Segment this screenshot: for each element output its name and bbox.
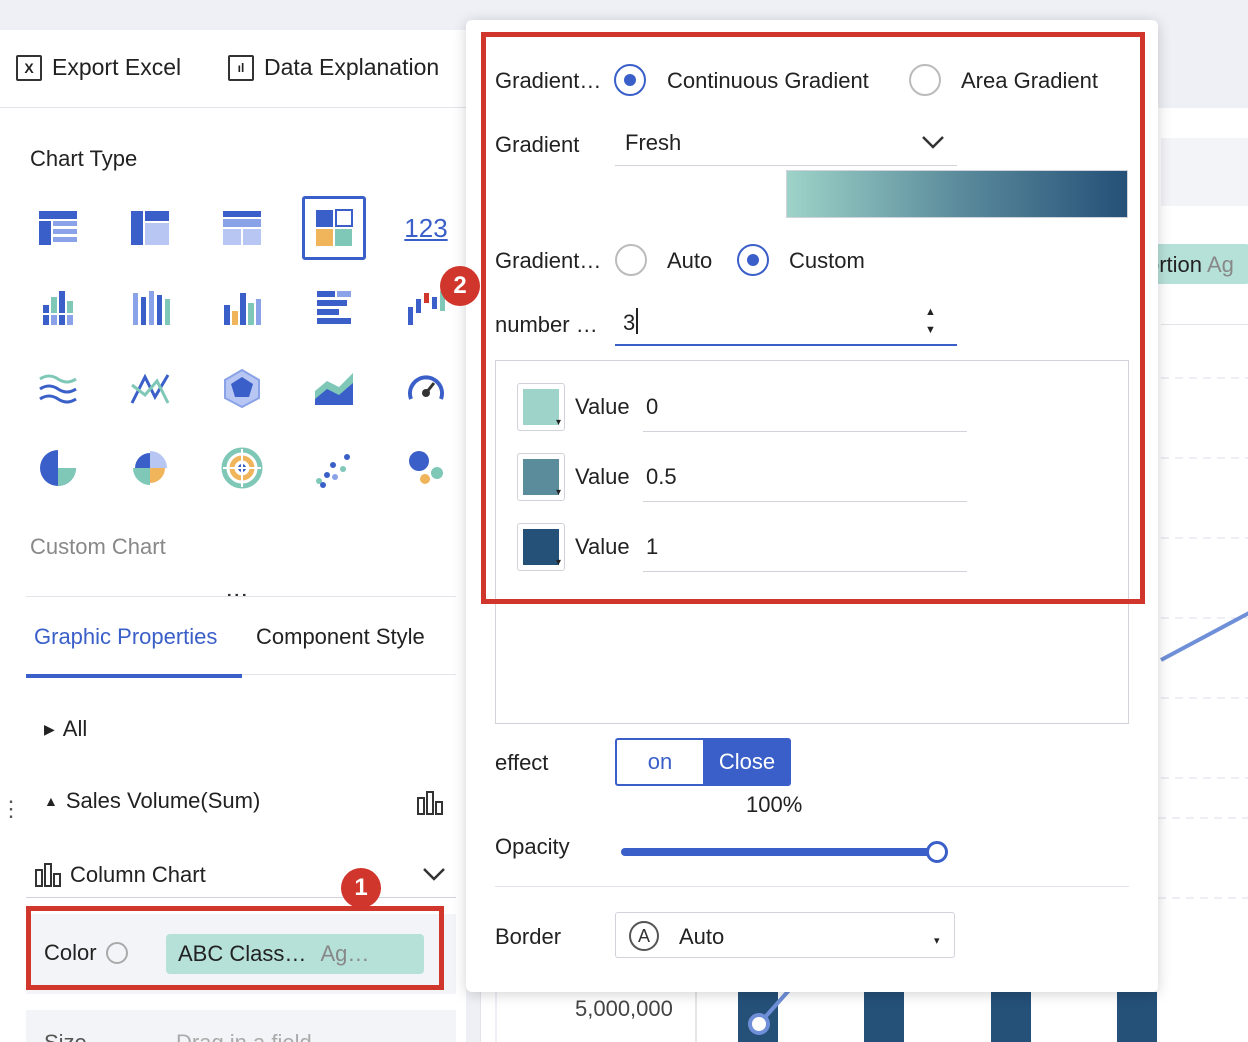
drag-handle-icon[interactable]: ⋮	[0, 796, 22, 822]
opacity-label: Opacity	[495, 834, 570, 859]
excel-icon: X	[16, 54, 42, 81]
table-icon[interactable]	[26, 196, 90, 260]
toolbar: X Export Excel ıl Data Explanation	[0, 30, 466, 108]
all-properties-row[interactable]: ▶ All	[44, 716, 87, 742]
border-select[interactable]	[615, 912, 955, 958]
area-chart-icon[interactable]	[302, 356, 366, 420]
active-tab-indicator	[26, 674, 242, 678]
chevron-down-icon	[423, 868, 445, 881]
opacity-slider-fill	[621, 848, 937, 856]
divider	[26, 596, 456, 597]
opacity-slider[interactable]	[621, 841, 948, 863]
chart-type-select-value: Column Chart	[70, 862, 206, 887]
bar-chart-icon[interactable]	[302, 276, 366, 340]
opacity-value: 100%	[746, 792, 803, 817]
border-select-value: Auto	[679, 924, 725, 949]
sunburst-icon[interactable]	[210, 436, 274, 500]
bar	[991, 992, 1031, 1042]
tab-component-style[interactable]: Component Style	[256, 624, 425, 650]
step-badge-1: 1	[341, 868, 381, 908]
gauge-icon[interactable]	[394, 356, 458, 420]
export-excel-button[interactable]: X Export Excel	[16, 54, 181, 81]
divider	[495, 886, 1129, 887]
pie-chart-icon[interactable]	[26, 436, 90, 500]
y-axis-tick: 5,000,000	[575, 996, 673, 1021]
detail-table-icon[interactable]	[210, 196, 274, 260]
grouped-column-icon[interactable]	[26, 276, 90, 340]
auto-border-icon: A	[629, 921, 659, 951]
bar	[864, 992, 904, 1042]
border-label: Border	[495, 924, 562, 949]
column-chart-icon	[417, 791, 443, 815]
size-row[interactable]: Size Drag in a field	[26, 1010, 456, 1042]
caret-down-icon: ▲	[44, 793, 58, 809]
caret-right-icon: ▶	[44, 720, 55, 737]
highlight-box-2	[481, 32, 1145, 604]
effect-on-button[interactable]: on	[615, 738, 703, 786]
chart-header-strip	[1161, 138, 1248, 206]
number-card-icon[interactable]: 123	[394, 196, 458, 260]
tab-graphic-properties[interactable]: Graphic Properties	[34, 624, 217, 650]
column-chart-icon	[35, 863, 61, 887]
scatter-icon[interactable]	[302, 436, 366, 500]
chart-type-grid: 123	[26, 192, 466, 492]
step-badge-2: 2	[440, 266, 480, 306]
line-point	[748, 988, 793, 1035]
field-row[interactable]: ▲ Sales Volume(Sum)	[44, 788, 260, 814]
column-chart-icon[interactable]	[210, 276, 274, 340]
radar-icon[interactable]	[210, 356, 274, 420]
highlight-box-1	[26, 906, 444, 990]
chart-type-title: Chart Type	[30, 146, 138, 171]
polyline-icon[interactable]	[118, 356, 182, 420]
multi-chart-icon[interactable]	[302, 196, 366, 260]
opacity-slider-handle[interactable]	[926, 841, 948, 863]
rose-chart-icon[interactable]	[118, 436, 182, 500]
line-chart-icon[interactable]	[26, 356, 90, 420]
bubble-icon[interactable]	[394, 436, 458, 500]
more-icon[interactable]: ⋮	[224, 584, 250, 606]
custom-chart-label[interactable]: Custom Chart	[30, 534, 166, 560]
stacked-column-icon[interactable]	[118, 276, 182, 340]
data-explanation-button[interactable]: ıl Data Explanation	[228, 54, 439, 81]
effect-close-button[interactable]: Close	[703, 738, 791, 786]
cross-table-icon[interactable]	[118, 196, 182, 260]
bar	[1117, 992, 1157, 1042]
chart-explain-icon: ıl	[228, 54, 254, 81]
caret-icon: ▾	[934, 935, 940, 947]
effect-label: effect	[495, 750, 549, 775]
